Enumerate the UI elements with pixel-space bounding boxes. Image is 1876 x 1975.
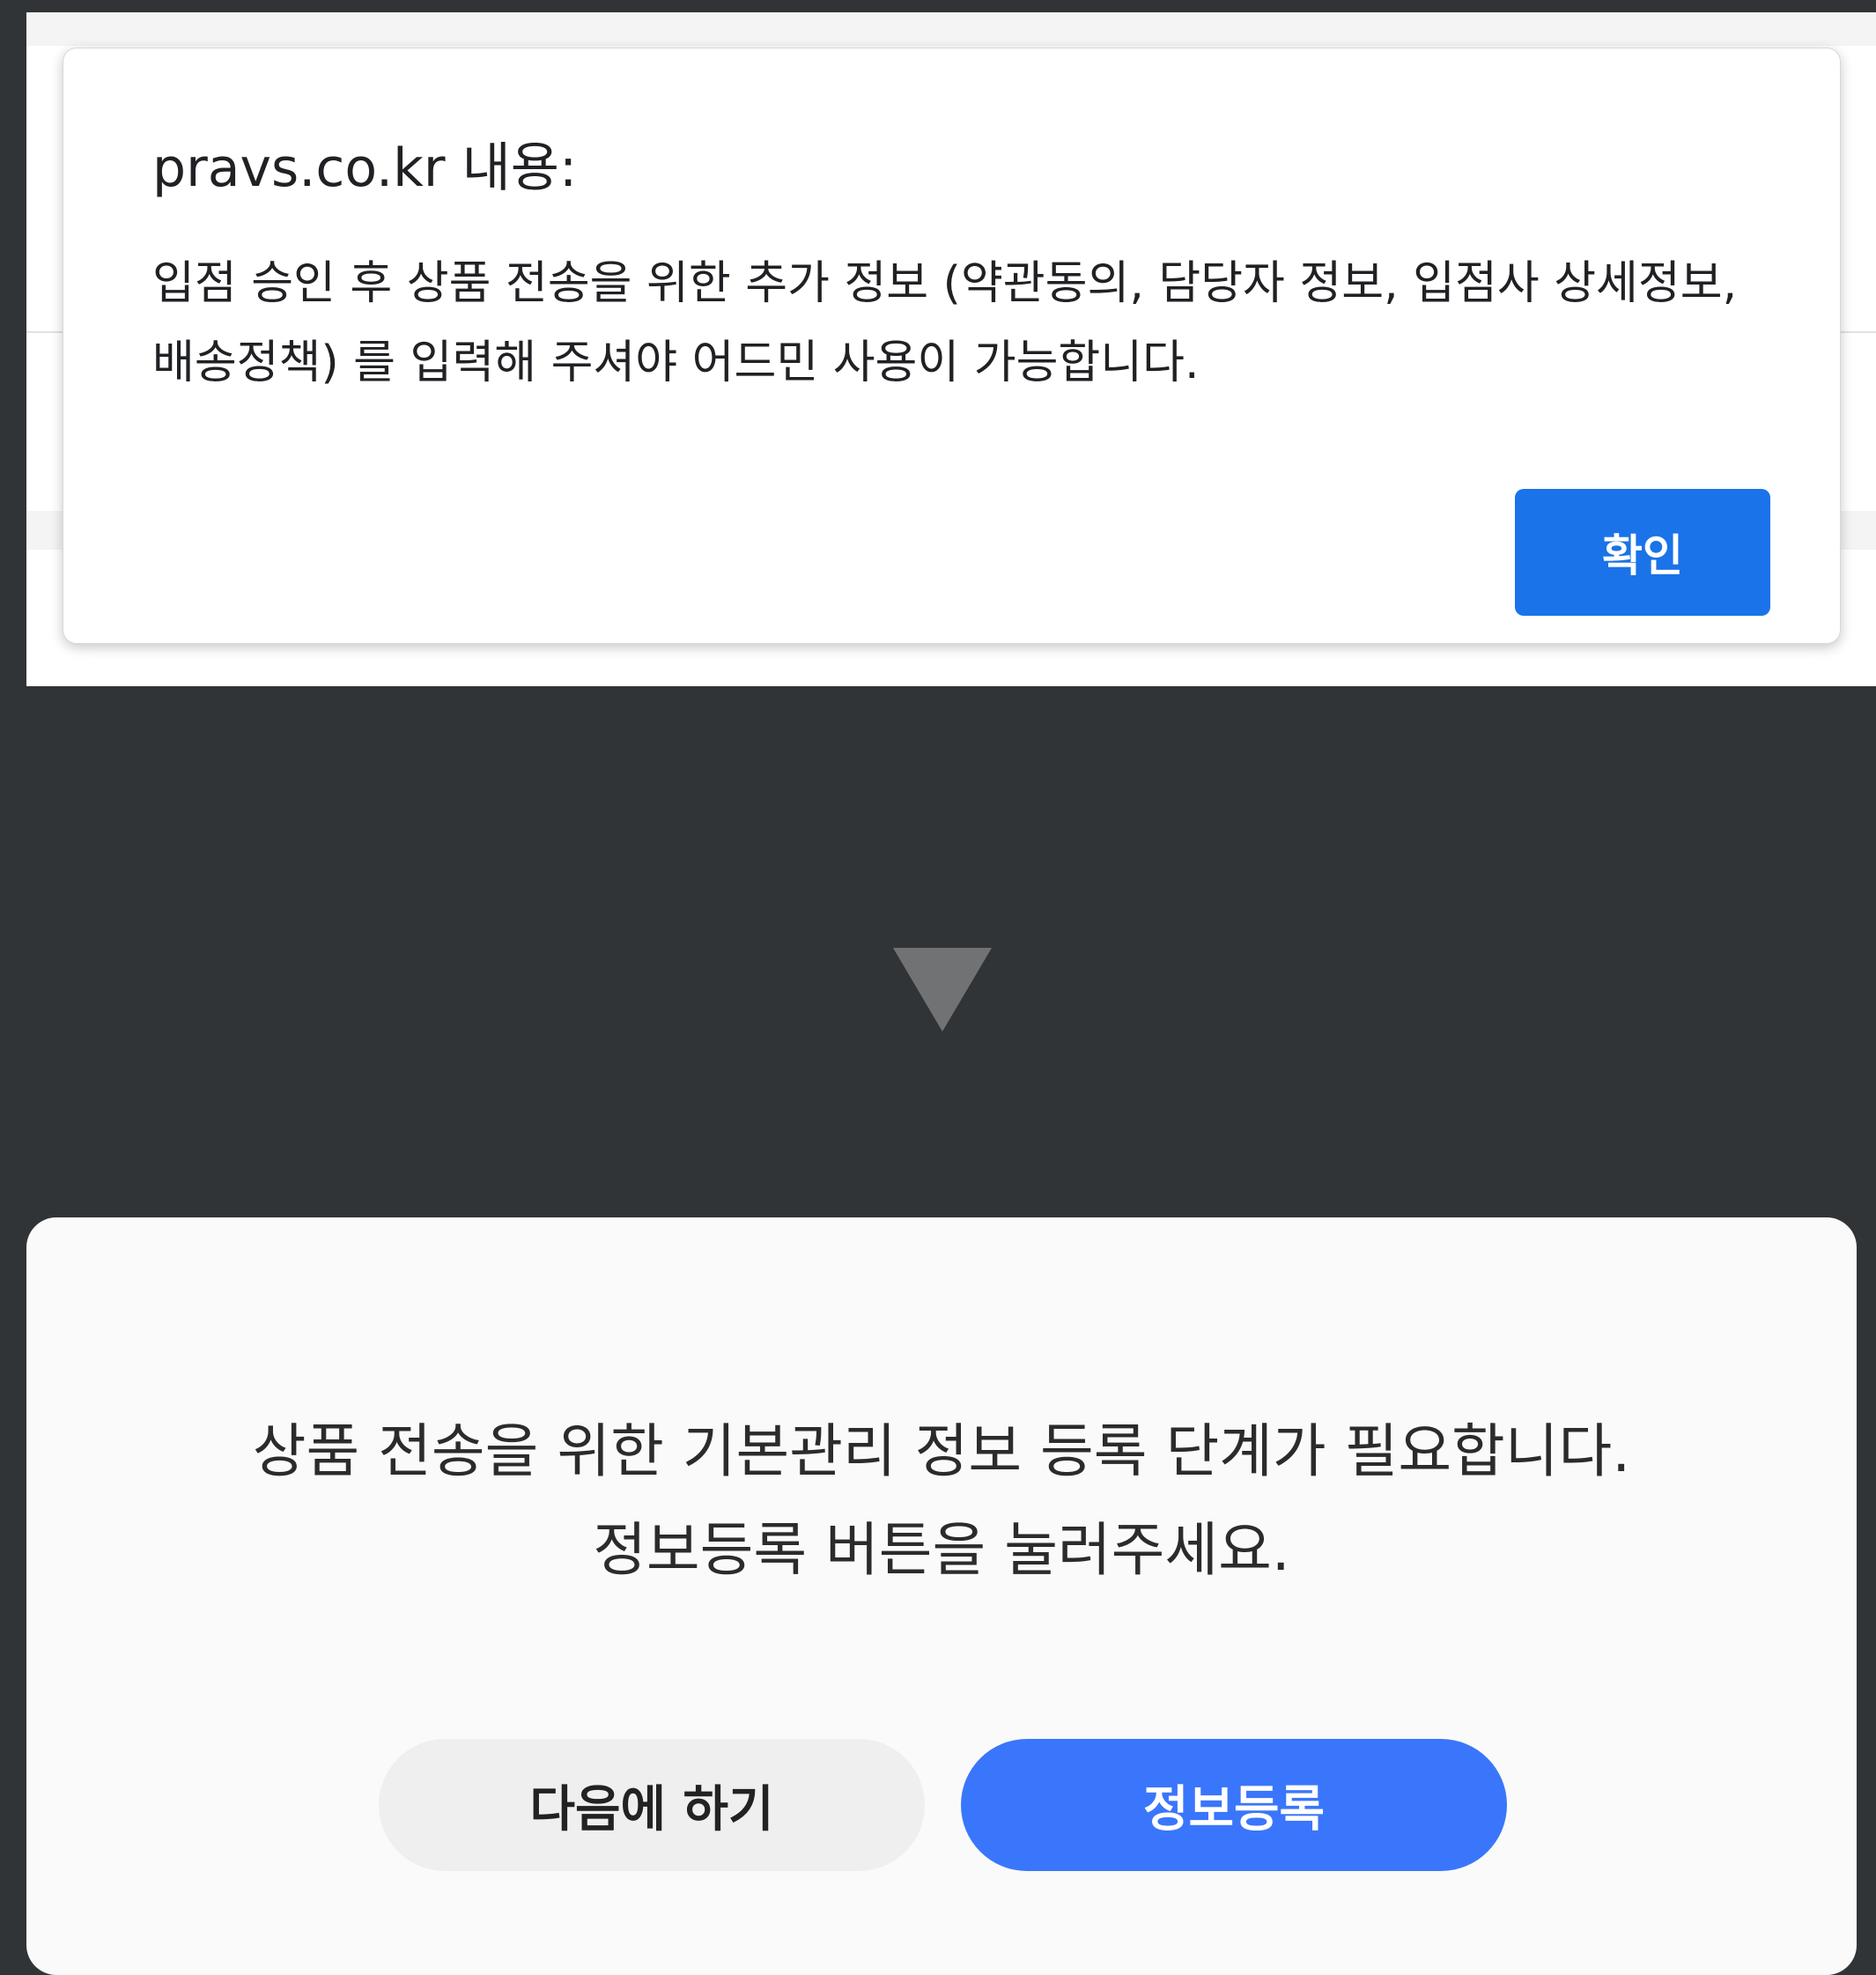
alert-title: pravs.co.kr 내용:	[152, 137, 578, 199]
alert-ok-button[interactable]: 확인	[1515, 489, 1770, 616]
register-info-button[interactable]: 정보등록	[961, 1739, 1507, 1871]
browser-alert-dialog: pravs.co.kr 내용: 입점 승인 후 상품 전송을 위한 추가 정보 …	[63, 48, 1841, 644]
page-header-strip	[26, 12, 1876, 46]
modal-message: 상품 전송을 위한 기본관리 정보 등록 단계가 필요합니다. 정보등록 버튼을…	[26, 1402, 1857, 1600]
browser-page-background: pravs.co.kr 내용: 입점 승인 후 상품 전송을 위한 추가 정보 …	[26, 12, 1876, 686]
alert-message: 입점 승인 후 상품 전송을 위한 추가 정보 (약관동의, 담당자 정보, 입…	[152, 257, 1738, 389]
modal-message-line-2: 정보등록 버튼을 눌러주세요.	[593, 1516, 1290, 1584]
down-triangle-icon	[893, 948, 992, 1032]
info-registration-modal: 상품 전송을 위한 기본관리 정보 등록 단계가 필요합니다. 정보등록 버튼을…	[26, 1217, 1857, 1975]
later-button[interactable]: 다음에 하기	[379, 1739, 925, 1871]
modal-message-line-1: 상품 전송을 위한 기본관리 정보 등록 단계가 필요합니다.	[252, 1417, 1631, 1485]
